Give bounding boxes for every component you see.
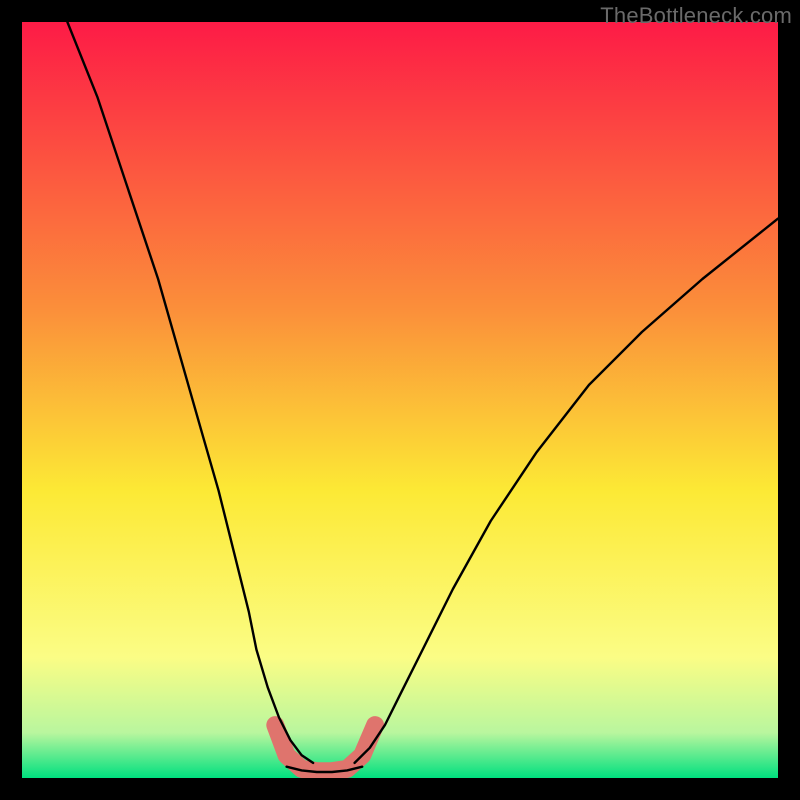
gradient-background	[22, 22, 778, 778]
chart-frame: TheBottleneck.com	[0, 0, 800, 800]
bottleneck-chart	[22, 22, 778, 778]
plot-area	[22, 22, 778, 778]
watermark-text: TheBottleneck.com	[600, 3, 792, 29]
